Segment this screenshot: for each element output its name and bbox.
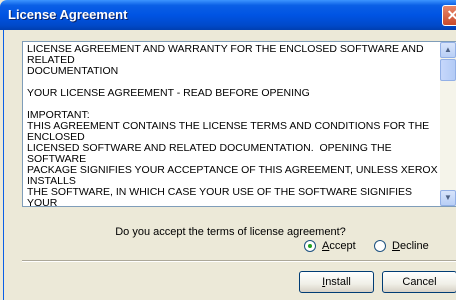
install-button[interactable]: Install xyxy=(299,271,374,293)
dialog-body: LICENSE AGREEMENT AND WARRANTY FOR THE E… xyxy=(3,30,456,300)
decline-label[interactable]: Decline xyxy=(392,240,429,252)
scroll-up-button[interactable]: ▲ xyxy=(440,42,456,58)
decline-mnemonic: D xyxy=(392,240,400,252)
decline-label-rest: ecline xyxy=(399,240,429,252)
decline-radio[interactable] xyxy=(374,240,386,252)
accept-label-rest: ccept xyxy=(329,240,356,252)
accept-option[interactable]: Accept xyxy=(304,240,374,254)
close-button[interactable]: ✕ xyxy=(442,5,456,26)
title-bar[interactable]: License Agreement ✕ xyxy=(0,0,456,30)
license-text: LICENSE AGREEMENT AND WARRANTY FOR THE E… xyxy=(27,43,438,207)
scroll-thumb[interactable] xyxy=(440,59,456,81)
window-title: License Agreement xyxy=(8,7,128,22)
close-icon: ✕ xyxy=(446,7,456,23)
decline-option[interactable]: Decline xyxy=(374,240,444,254)
accept-question: Do you accept the terms of license agree… xyxy=(115,226,346,238)
scroll-down-button[interactable]: ▼ xyxy=(440,190,456,206)
license-textbox[interactable]: LICENSE AGREEMENT AND WARRANTY FOR THE E… xyxy=(22,41,456,207)
vertical-scrollbar[interactable]: ▲ ▼ xyxy=(440,42,456,206)
accept-label[interactable]: Accept xyxy=(322,240,356,252)
chevron-down-icon: ▼ xyxy=(444,193,452,202)
license-dialog: License Agreement ✕ LICENSE AGREEMENT AN… xyxy=(0,0,456,300)
accept-radio[interactable] xyxy=(304,240,316,252)
chevron-up-icon: ▲ xyxy=(444,45,452,54)
cancel-button[interactable]: Cancel xyxy=(382,271,456,293)
divider xyxy=(22,260,456,262)
install-label-rest: nstall xyxy=(325,276,351,288)
